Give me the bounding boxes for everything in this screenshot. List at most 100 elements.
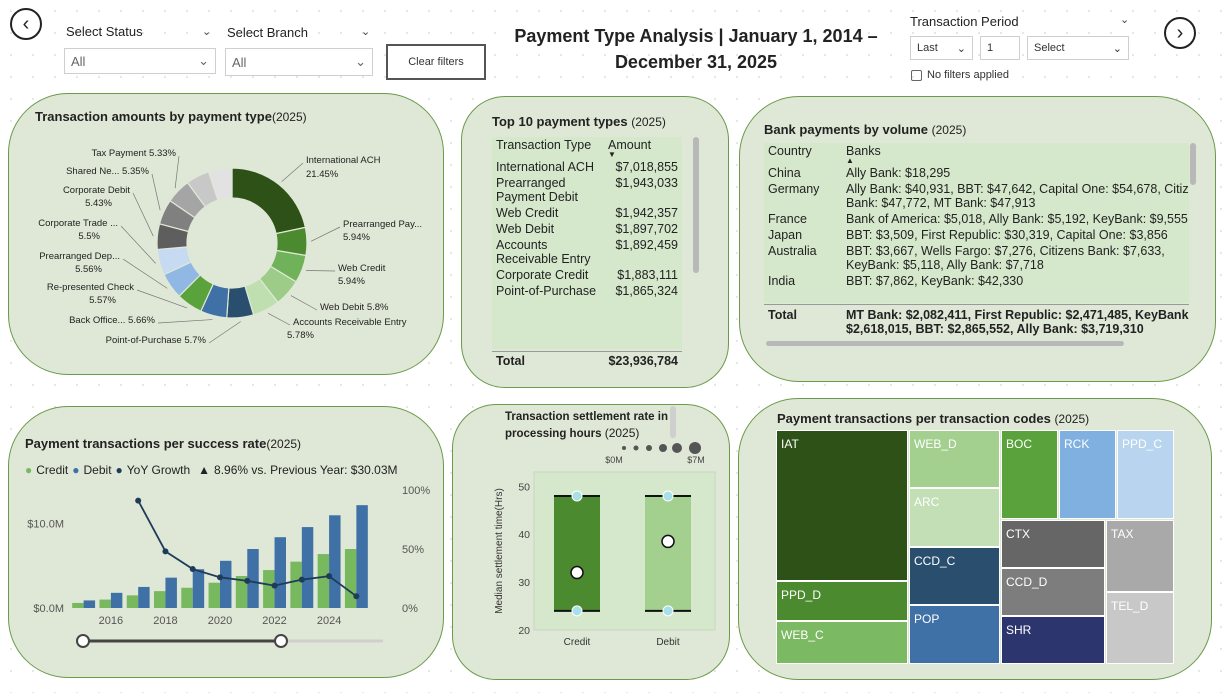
treemap-cell[interactable]: TEL_D [1106, 592, 1174, 664]
size-legend-max: $7M [687, 455, 705, 465]
size-legend-dot [633, 445, 639, 451]
treemap-cell[interactable]: WEB_D [909, 430, 1000, 488]
top10-type-cell: Corporate Credit [496, 268, 589, 282]
treemap-cell-label: PPD_D [781, 588, 822, 602]
bar-credit [181, 587, 193, 608]
treemap-cell[interactable]: BOC [1001, 430, 1058, 519]
back-button[interactable]: ‹ [10, 8, 42, 40]
donut-slice [231, 167, 307, 235]
box-max-point [662, 490, 674, 502]
treemap-cell[interactable]: SHR [1001, 616, 1105, 664]
treemap-cell[interactable]: RCK [1059, 430, 1116, 519]
bar-debit [165, 577, 177, 608]
bank-country-cell: India [768, 274, 796, 288]
bank-table-viewport[interactable]: Country Banks ▲ China Ally Bank: $18,295 Ge… [764, 143, 1189, 303]
table-row[interactable]: Point-of-Purchase $1,865,324 [492, 283, 682, 299]
branch-collapse-icon[interactable]: ⌄ [361, 25, 370, 38]
treemap-cell[interactable]: PPD_C [1117, 430, 1174, 519]
clear-filters-button[interactable]: Clear filters [386, 44, 486, 80]
top10-col-amount[interactable]: Amount ▼ [604, 137, 682, 159]
donut-slice-label: Tax Payment 5.33% [92, 148, 177, 159]
y2-axis-tick-label: 50% [402, 544, 424, 556]
table-row[interactable]: France Bank of America: $5,018, Ally Bank… [764, 211, 1189, 227]
table-row[interactable]: Corporate Credit $1,883,111 [492, 267, 682, 283]
filter-status: No filters applied [911, 69, 1009, 81]
treemap-cell[interactable]: TAX [1106, 520, 1174, 592]
treemap-cell-label: IAT [781, 437, 799, 451]
table-row[interactable]: China Ally Bank: $18,295 [764, 165, 1189, 181]
donut-slice-label: Prearranged Pay... [343, 219, 422, 230]
donut-leader-line [281, 162, 304, 182]
table-row[interactable]: Japan BBT: $3,509, First Republic: $30,31… [764, 227, 1189, 243]
yoy-point [271, 582, 278, 589]
table-row[interactable]: Web Debit $1,897,702 [492, 221, 682, 237]
donut-slice-label: International ACH [306, 155, 381, 166]
bank-country-cell: Germany [768, 182, 820, 196]
donut-leader-line [290, 295, 318, 311]
bar-debit [138, 586, 150, 608]
chevron-down-icon: ⌄ [198, 53, 209, 68]
top10-amount-cell: $1,883,111 [617, 268, 678, 282]
yoy-point [353, 593, 360, 600]
bank-country-cell: Australia [768, 244, 817, 258]
year-slider-end-handle[interactable] [274, 634, 288, 648]
branch-dropdown[interactable]: All ⌄ [225, 48, 373, 76]
donut-leader-line [310, 226, 341, 242]
treemap-cell[interactable]: CTX [1001, 520, 1105, 568]
donut-slice-pct: 5.5% [78, 231, 100, 242]
top10-amount-cell: $1,943,033 [615, 176, 678, 190]
top10-table-viewport[interactable]: Transaction Type Amount ▼ International A… [492, 137, 682, 349]
treemap-cell[interactable]: IAT [776, 430, 908, 581]
table-row[interactable]: Germany Ally Bank: $40,931, BBT: $47,642,… [764, 181, 1189, 211]
box-median-point [661, 534, 675, 549]
period-unit-dropdown[interactable]: Select ⌄ [1027, 36, 1129, 60]
x-axis-tick-label: 2020 [208, 615, 232, 627]
top10-col-type[interactable]: Transaction Type [492, 137, 604, 159]
bank-vertical-scrollbar[interactable] [1190, 143, 1196, 185]
table-row[interactable]: India BBT: $7,862, KeyBank: $42,330 [764, 273, 1189, 289]
treemap-cell[interactable]: WEB_C [776, 621, 908, 664]
donut-slice-label: Shared Ne... 5.35% [66, 166, 149, 177]
bank-banks-cell: BBT: $3,509, First Republic: $30,319, Ca… [846, 228, 1168, 242]
treemap-cell[interactable]: CCD_C [909, 547, 1000, 605]
donut-slice-pct: 5.78% [287, 330, 314, 341]
table-row[interactable]: International ACH $7,018,855 [492, 159, 682, 175]
settlement-scrollbar[interactable] [670, 406, 676, 438]
treemap-cell[interactable]: ARC [909, 488, 1000, 547]
top10-total-label: Total [496, 354, 525, 368]
treemap-cell-label: CCD_D [1006, 575, 1048, 589]
period-collapse-icon[interactable]: ⌄ [1120, 13, 1129, 26]
bank-col-country[interactable]: Country [764, 143, 842, 165]
treemap-cell[interactable]: POP [909, 605, 1000, 664]
x-axis-tick-label: Debit [656, 637, 680, 648]
period-count-input[interactable]: 1 [980, 36, 1020, 60]
treemap-cell[interactable]: CCD_D [1001, 568, 1105, 616]
year-slider-start-handle[interactable] [76, 634, 90, 648]
status-dropdown[interactable]: All ⌄ [64, 48, 216, 74]
bar-debit [110, 592, 123, 608]
size-legend-dot [659, 444, 667, 452]
chevron-down-icon: ⌄ [956, 42, 966, 55]
status-collapse-icon[interactable]: ⌄ [202, 25, 211, 38]
bank-horizontal-scrollbar[interactable] [766, 341, 1124, 346]
bar-debit [192, 569, 205, 608]
treemap-cell-label: CTX [1006, 527, 1030, 541]
size-legend-min: $0M [605, 455, 623, 465]
donut-slice-label: Corporate Debit [63, 185, 130, 196]
table-row[interactable]: Accounts Receivable Entry $1,892,459 [492, 237, 682, 267]
bank-title-text: Bank payments by volume [764, 122, 928, 137]
donut-slice-label: Corporate Trade ... [38, 218, 118, 229]
table-row[interactable]: Web Credit $1,942,357 [492, 205, 682, 221]
top10-type-cell: Web Debit [496, 222, 555, 236]
bar-credit [126, 595, 139, 608]
table-row[interactable]: Australia BBT: $3,667, Wells Fargo: $7,27… [764, 243, 1189, 273]
size-legend-dot [646, 445, 652, 451]
treemap-cell[interactable]: PPD_D [776, 581, 908, 621]
bank-col-banks[interactable]: Banks ▲ [842, 143, 1189, 165]
period-last-dropdown[interactable]: Last ⌄ [910, 36, 973, 60]
page-title-line2: December 31, 2025 [614, 52, 778, 72]
status-value: All [71, 53, 86, 69]
top10-scrollbar[interactable] [693, 137, 699, 273]
forward-button[interactable]: › [1164, 17, 1196, 49]
table-row[interactable]: Prearranged Payment Debit $1,943,033 [492, 175, 682, 205]
